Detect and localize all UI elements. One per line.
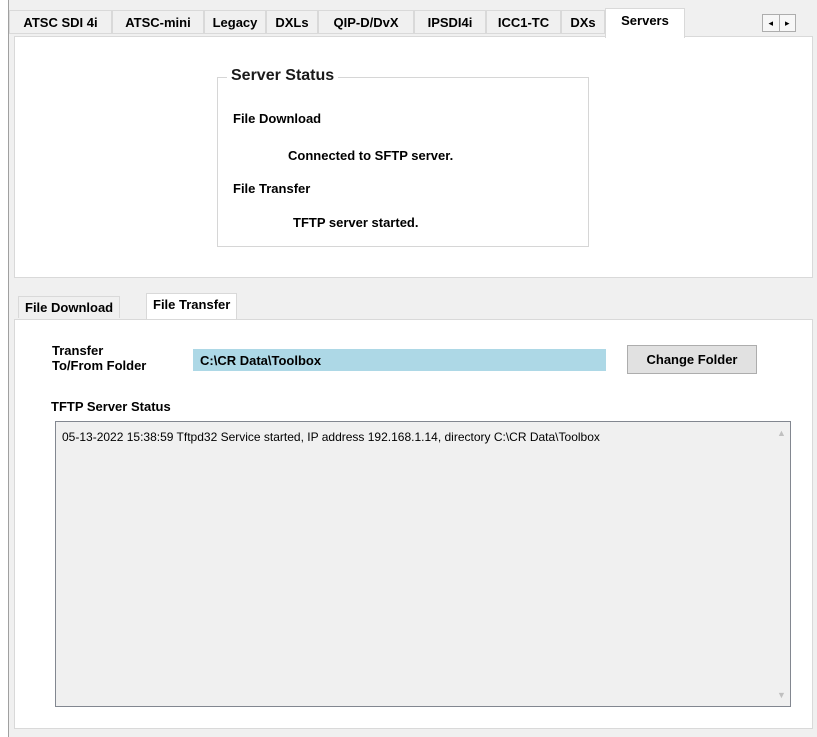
scroll-right-icon[interactable]: ▸ [778, 15, 796, 31]
log-line: 05-13-2022 15:38:59 Tftpd32 Service star… [62, 430, 600, 444]
scroll-down-icon[interactable]: ▼ [777, 690, 786, 700]
tab-ipsdi4i[interactable]: IPSDI4i [414, 10, 486, 34]
main-window: ATSC SDI 4i ATSC-mini Legacy DXLs QIP-D/… [8, 0, 817, 737]
folder-label: Transfer To/From Folder [52, 343, 146, 373]
tab-atsc-sdi-4i[interactable]: ATSC SDI 4i [9, 10, 112, 34]
file-transfer-panel: Transfer To/From Folder Change Folder TF… [14, 319, 813, 729]
servers-tab-panel: Server Status File Download Connected to… [14, 36, 813, 278]
top-tab-strip: ATSC SDI 4i ATSC-mini Legacy DXLs QIP-D/… [9, 8, 817, 38]
tab-file-transfer[interactable]: File Transfer [146, 293, 238, 319]
tab-file-download[interactable]: File Download [18, 296, 121, 318]
tab-legacy[interactable]: Legacy [204, 10, 266, 34]
server-status-title: Server Status [227, 67, 339, 85]
file-transfer-label: File Transfer [233, 181, 311, 196]
tab-dxs[interactable]: DXs [561, 10, 605, 34]
folder-label-line2: To/From Folder [52, 358, 147, 373]
scroll-up-icon[interactable]: ▲ [777, 428, 786, 438]
log-scrollbar[interactable]: ▲ ▼ [773, 422, 790, 706]
tab-servers[interactable]: Servers [605, 8, 685, 38]
folder-path-input[interactable] [193, 349, 606, 371]
tftp-log-textbox[interactable]: 05-13-2022 15:38:59 Tftpd32 Service star… [55, 421, 791, 707]
file-transfer-status: TFTP server started. [293, 215, 419, 230]
tab-atsc-mini[interactable]: ATSC-mini [112, 10, 204, 34]
tab-scroll-buttons: ◂ ▸ [762, 14, 796, 32]
tab-icc1-tc[interactable]: ICC1-TC [486, 10, 561, 34]
change-folder-button[interactable]: Change Folder [627, 345, 757, 374]
tftp-server-status-label: TFTP Server Status [51, 399, 171, 414]
scroll-left-icon[interactable]: ◂ [763, 15, 779, 31]
tab-qip-d-dvx[interactable]: QIP-D/DvX [318, 10, 414, 34]
tab-dxls[interactable]: DXLs [266, 10, 318, 34]
folder-label-line1: Transfer [52, 343, 104, 358]
file-download-status: Connected to SFTP server. [288, 148, 454, 163]
server-status-group: Server Status File Download Connected to… [217, 67, 589, 247]
file-download-label: File Download [233, 111, 322, 126]
